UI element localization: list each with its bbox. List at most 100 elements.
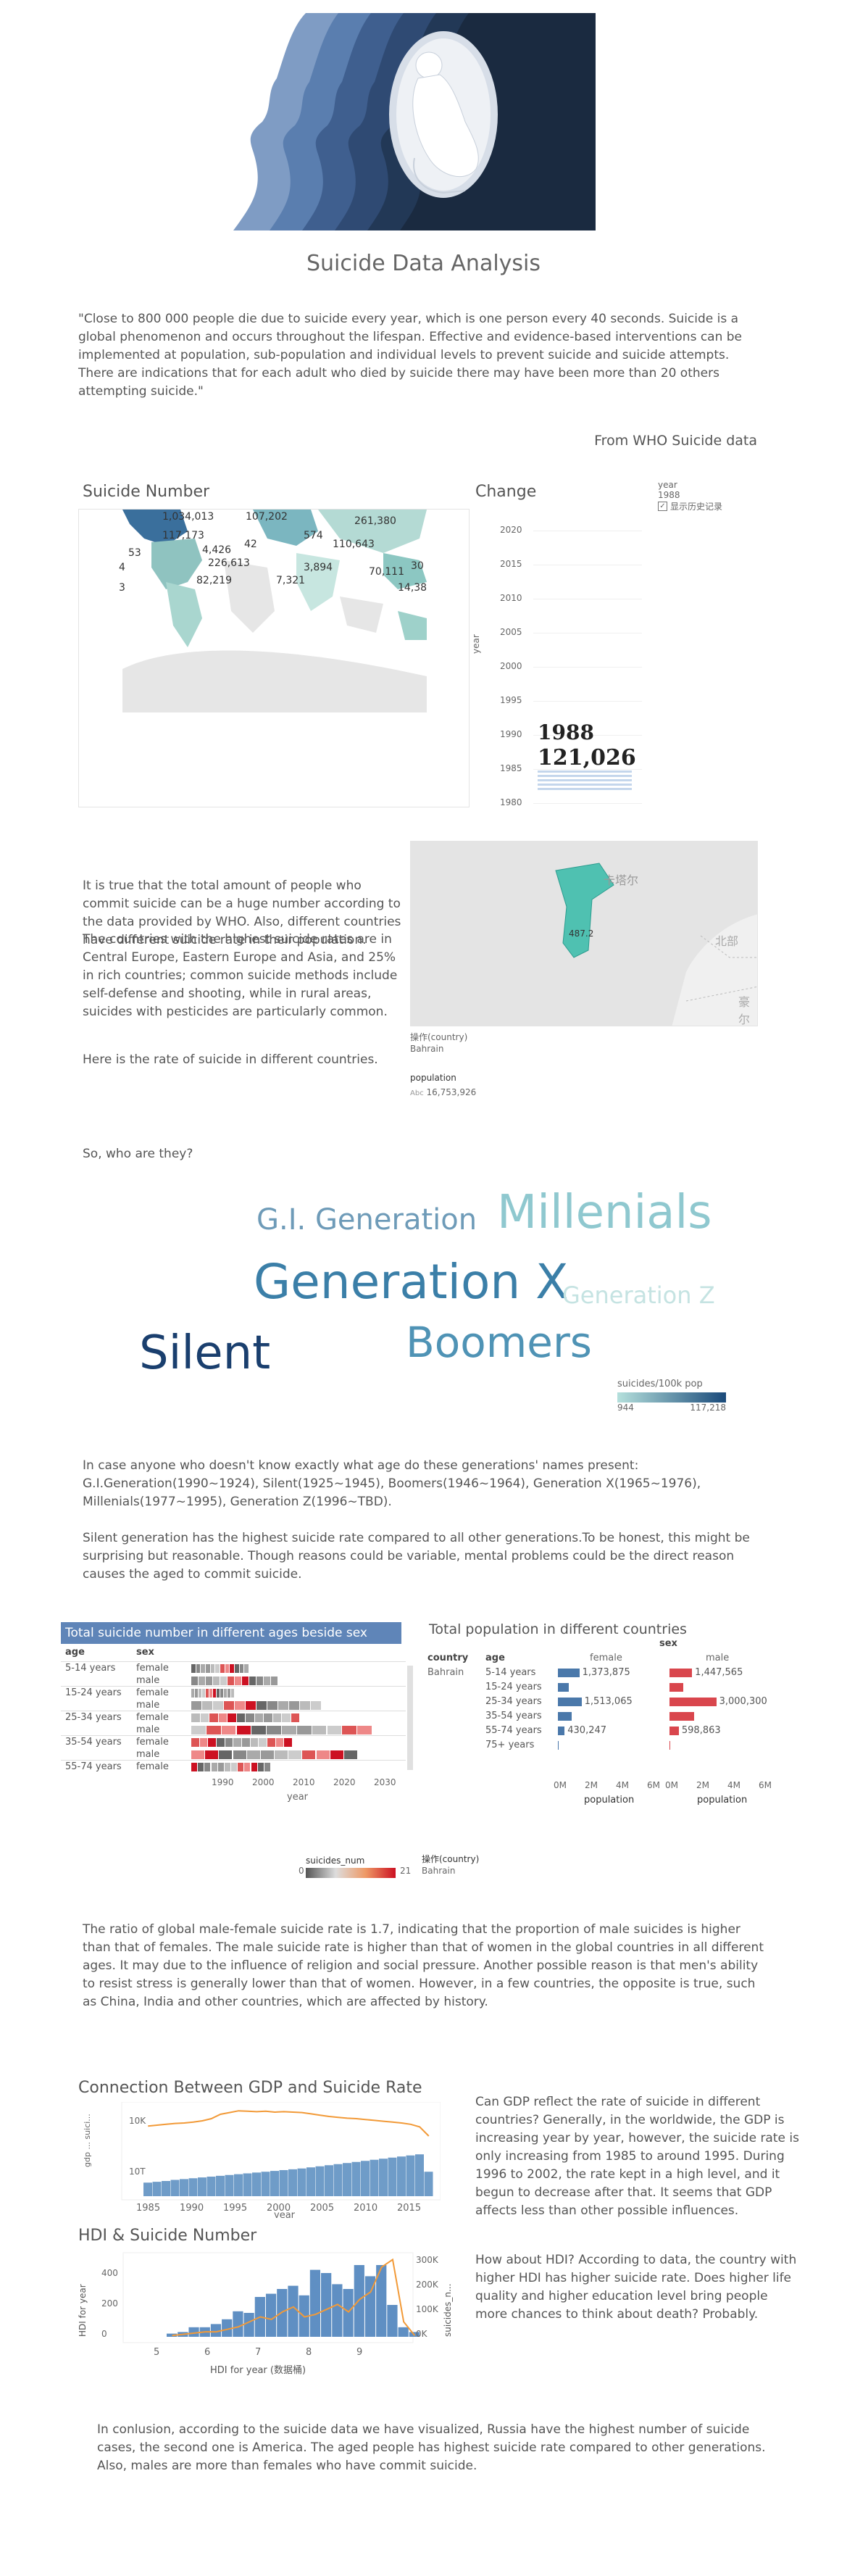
map-label: 70,111 (369, 566, 404, 578)
row-divider (61, 1760, 406, 1761)
age-country-label: 操作(country) (422, 1854, 480, 1864)
age-row-label: 15-24 years (65, 1687, 122, 1698)
pop-male-bar[interactable] (669, 1698, 717, 1706)
pop-female-bar[interactable] (558, 1741, 559, 1750)
gdp-x-label: year (274, 2210, 296, 2218)
pop-male-bar[interactable] (669, 1741, 671, 1750)
gdp-x-tick: 2005 (310, 2203, 334, 2214)
gdp-bar (315, 2166, 325, 2196)
pop-male-bar[interactable] (669, 1683, 684, 1692)
pop-tick-female: 0M (554, 1780, 567, 1790)
heat-cell (206, 1677, 212, 1685)
hdi-chart[interactable]: 400 200 0 300K 200K 100K 0K HDI for year suicide… (72, 2250, 456, 2380)
heat-cell (228, 1689, 230, 1698)
year-tick: 2005 (500, 627, 522, 637)
col-age: age (65, 1647, 85, 1658)
pop-male-bar[interactable] (669, 1712, 695, 1721)
pop-male-value: 1,447,565 (695, 1667, 743, 1678)
heat-cell (198, 1763, 204, 1771)
pop-female-bar[interactable] (558, 1712, 572, 1721)
map-label: 117,173 (162, 530, 204, 541)
heat-cell (235, 1677, 241, 1685)
heat-cell (196, 1664, 201, 1673)
hdi-x-tick: 5 (154, 2347, 159, 2358)
age-legend: suicides_num 0 21 (299, 1856, 429, 1890)
pop-female-bar[interactable] (558, 1727, 565, 1735)
map-place-label: 北部 (715, 934, 739, 948)
pop-female-bar[interactable] (558, 1683, 569, 1692)
heat-cell (202, 1701, 212, 1710)
word-gi-generation[interactable]: G.I. Generation (256, 1203, 477, 1237)
pop-female-bar[interactable] (558, 1698, 582, 1706)
pop-male-bar[interactable] (669, 1669, 693, 1677)
country-map[interactable]: 卡塔尔 北部 豪尔 487.2 (410, 841, 758, 1026)
gdp-bar (379, 2159, 388, 2196)
gdp-bar (406, 2155, 415, 2196)
word-silent[interactable]: Silent (139, 1326, 270, 1380)
age-country-value[interactable]: Bahrain (422, 1866, 455, 1876)
country-filter-value[interactable]: Bahrain (410, 1044, 443, 1054)
heat-cell (213, 1701, 223, 1710)
row-divider (61, 1686, 406, 1687)
heat-cell (244, 1664, 249, 1673)
pop-tick-male: 2M (696, 1780, 709, 1790)
gdp-bar (243, 2173, 252, 2196)
gdp-bar (270, 2171, 279, 2196)
abc-icon: Abc (410, 1089, 424, 1097)
heat-cell (224, 1701, 234, 1710)
word-generation-z[interactable]: Generation Z (562, 1281, 715, 1309)
word-generation-x[interactable]: Generation X (254, 1254, 568, 1310)
heat-cell (220, 1677, 227, 1685)
age-sex-heatmap[interactable]: age sex 5-14 years female male 15-24 years f… (61, 1647, 423, 1803)
gdp-bar (261, 2172, 270, 2196)
pop-male-bar[interactable] (669, 1727, 679, 1735)
year-tick: 2020 (500, 525, 522, 535)
heat-cell (220, 1689, 223, 1698)
pop-female-bar[interactable] (558, 1669, 580, 1677)
map-value: 487.2 (569, 928, 594, 939)
word-boomers[interactable]: Boomers (406, 1318, 592, 1367)
legend-max: 117,218 (690, 1403, 726, 1413)
year-filter[interactable]: year 1988 ✓ 显示历史记录 (658, 480, 745, 512)
gdp-y-label: gdp ... suici... (83, 2114, 92, 2167)
word-millenials[interactable]: Millenials (497, 1186, 712, 1239)
heat-cell (257, 1763, 264, 1771)
big-number-reflection (538, 770, 632, 790)
map-label: 261,380 (354, 515, 396, 527)
conclusion-text: In conlusion, according to the suicide d… (97, 2422, 766, 2473)
pop-country-value: Bahrain (427, 1667, 464, 1678)
population-chart[interactable]: sex country age female male Bahrain 5-14… (423, 1638, 785, 1806)
gdp-chart[interactable]: 10K 10T gdp ... suici... 1985 1990 1995 2000 20… (78, 2101, 441, 2221)
pop-tick-male: 0M (665, 1780, 678, 1790)
pop-age-label: 55-74 years (485, 1725, 542, 1736)
heat-cell (330, 1750, 343, 1759)
map-label: 4,426 (202, 544, 232, 556)
heat-cell (288, 1750, 302, 1759)
world-map[interactable]: 1,034,013 107,202 261,380 117,173 574 42… (78, 509, 470, 807)
header-illustration (233, 13, 596, 230)
heat-cell (228, 1713, 236, 1722)
heat-cell (235, 1664, 239, 1673)
hdi-bar (288, 2285, 299, 2337)
map-label: 226,613 (208, 557, 250, 569)
heat-cell (251, 1726, 267, 1734)
change-y-axis-label: year (471, 634, 481, 654)
heat-cell (238, 1763, 244, 1771)
heat-cell (200, 1713, 209, 1722)
hdi-y-left-tick: 400 (101, 2268, 118, 2278)
gdp-bar (152, 2182, 162, 2196)
population-field[interactable]: Abc 16,753,926 (410, 1087, 476, 1097)
history-toggle[interactable]: ✓ 显示历史记录 (658, 500, 745, 512)
map-label: 82,219 (196, 575, 232, 586)
heatmap-scrollbar[interactable] (407, 1666, 413, 1770)
heat-cell (206, 1689, 209, 1698)
heat-cell (219, 1750, 233, 1759)
year-tick: 1985 (500, 763, 522, 773)
gdp-y-tick: 10K (129, 2116, 146, 2126)
checkbox-icon[interactable]: ✓ (658, 502, 667, 511)
heat-cell (235, 1701, 245, 1710)
age-row-label: 25-34 years (65, 1712, 122, 1723)
heat-cell (225, 1738, 233, 1747)
pop-age-label: 35-54 years (485, 1711, 542, 1721)
age-x-label: year (287, 1792, 309, 1803)
